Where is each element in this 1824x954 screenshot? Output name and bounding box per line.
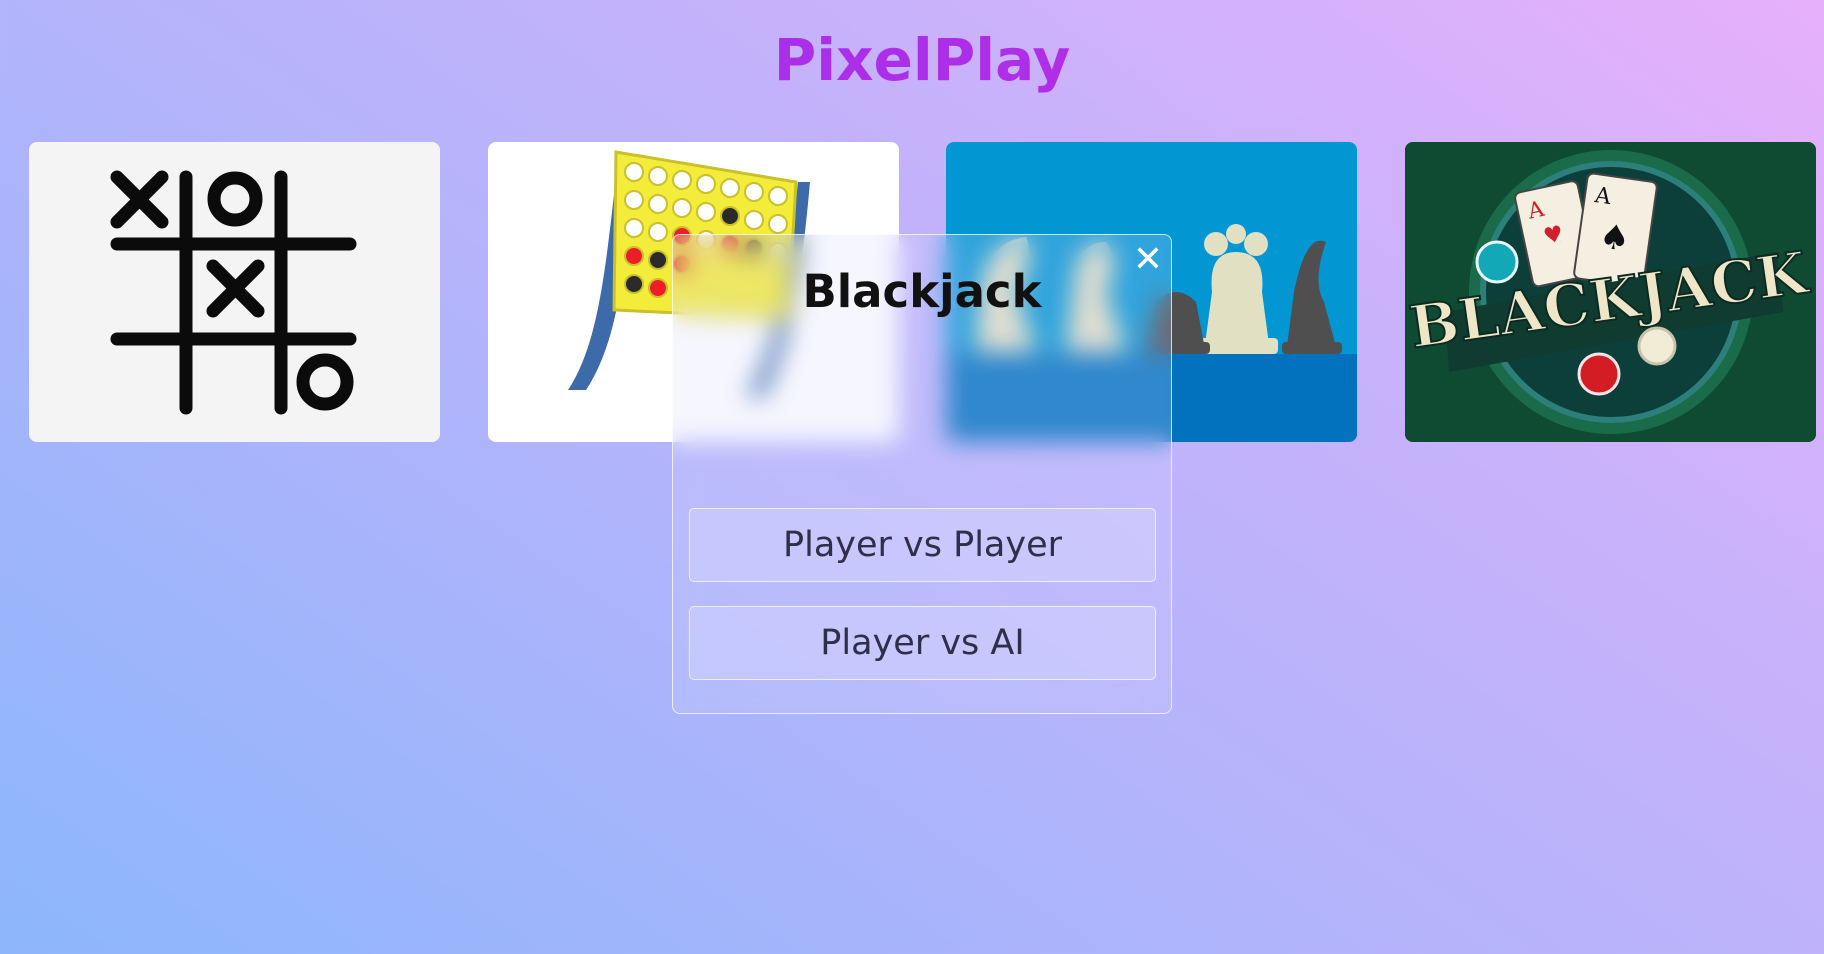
player-vs-player-button[interactable]: Player vs Player [689, 508, 1156, 582]
game-mode-modal: Blackjack ✕ Player vs Player Player vs A… [672, 234, 1172, 714]
game-card-tic-tac-toe[interactable] [29, 142, 440, 442]
game-card-blackjack[interactable]: A ♥ A ♠ BLACKJACK [1405, 142, 1816, 442]
modal-title: Blackjack [802, 265, 1042, 318]
app-title: PixelPlay [0, 26, 1824, 94]
close-icon[interactable]: ✕ [1129, 241, 1167, 279]
tic-tac-toe-board-icon [110, 170, 357, 415]
svg-text:♠: ♠ [1597, 216, 1633, 260]
player-vs-ai-button[interactable]: Player vs AI [689, 606, 1156, 680]
blackjack-logo-icon: A ♥ A ♠ BLACKJACK [1405, 142, 1816, 442]
